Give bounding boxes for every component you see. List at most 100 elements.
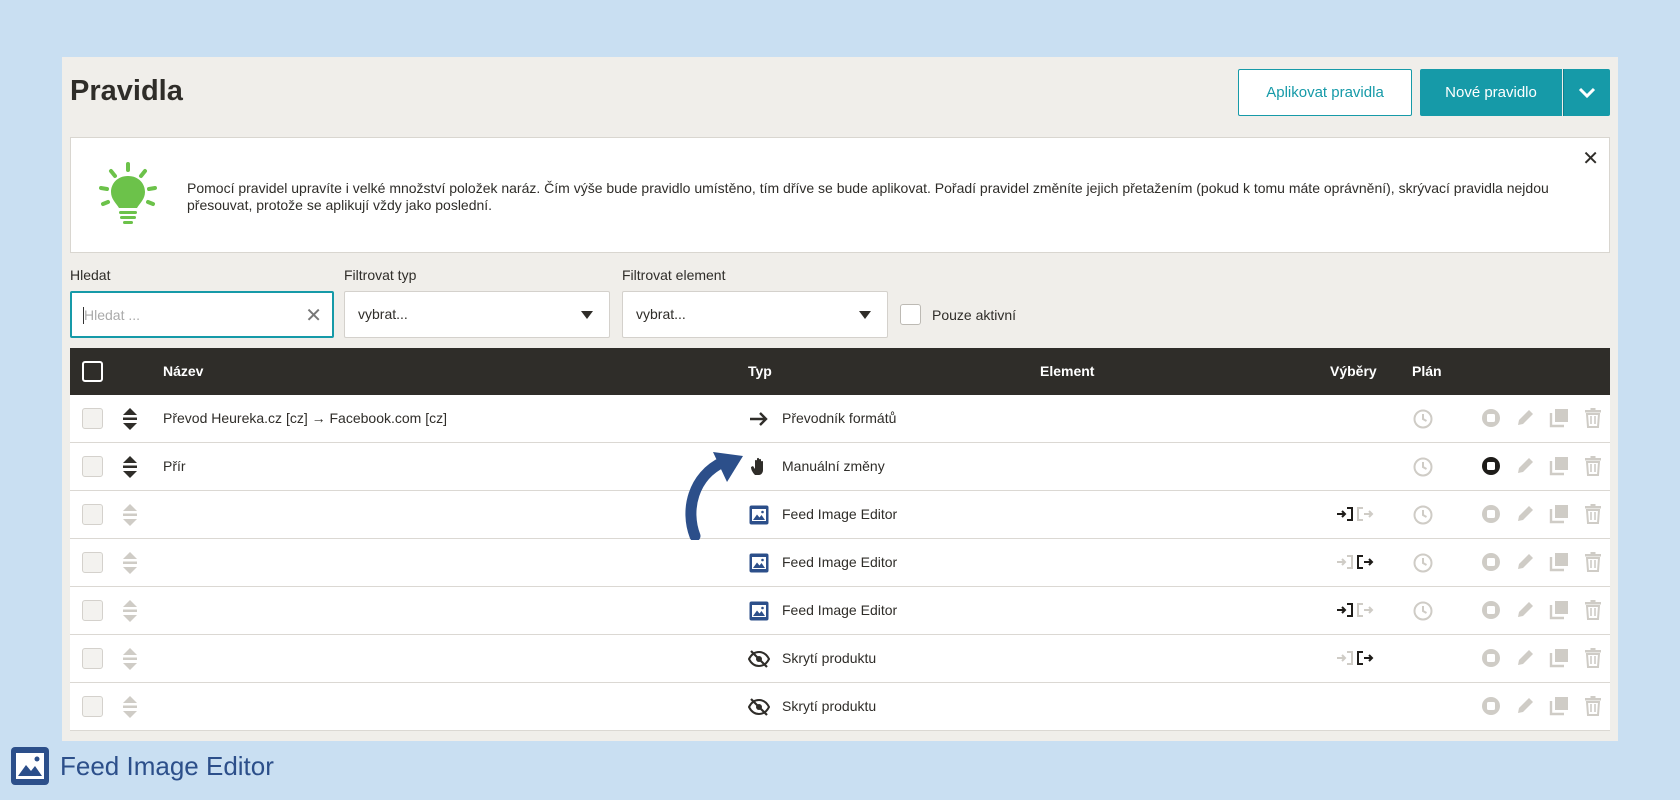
rule-type: Feed Image Editor	[782, 554, 898, 570]
selections-cell	[1336, 698, 1376, 716]
trash-icon[interactable]	[1582, 647, 1604, 669]
selections-cell	[1336, 554, 1376, 572]
copy-icon[interactable]	[1548, 551, 1570, 573]
rule-name[interactable]: Přír	[163, 458, 186, 474]
selection-include-icon	[1337, 651, 1353, 665]
selection-exclude-icon	[1357, 555, 1374, 569]
stop-icon[interactable]	[1480, 551, 1502, 573]
column-element[interactable]: Element	[1040, 363, 1094, 379]
clock-icon[interactable]	[1412, 504, 1434, 526]
table-row[interactable]: Feed Image Editor	[70, 587, 1610, 635]
apply-rules-button[interactable]: Aplikovat pravidla	[1238, 69, 1412, 116]
stop-icon[interactable]	[1480, 503, 1502, 525]
row-checkbox[interactable]	[82, 600, 103, 621]
copy-icon[interactable]	[1548, 503, 1570, 525]
trash-icon[interactable]	[1582, 407, 1604, 429]
trash-icon[interactable]	[1582, 551, 1604, 573]
table-row[interactable]: Převod Heureka.cz [cz] → Facebook.com [c…	[70, 395, 1610, 443]
rule-type: Feed Image Editor	[782, 506, 898, 522]
active-only-checkbox[interactable]	[900, 304, 921, 325]
selections-cell	[1336, 410, 1376, 428]
copy-icon[interactable]	[1548, 407, 1570, 429]
element-filter-value: vybrat...	[636, 306, 686, 322]
selections-cell	[1336, 602, 1376, 620]
edit-icon[interactable]	[1514, 599, 1536, 621]
clock-icon[interactable]	[1412, 408, 1434, 430]
drag-handle-icon	[122, 551, 138, 575]
new-rule-button[interactable]: Nové pravidlo	[1420, 69, 1562, 116]
row-checkbox[interactable]	[82, 504, 103, 525]
image-editor-icon	[11, 747, 49, 785]
edit-icon[interactable]	[1514, 503, 1536, 525]
stop-icon[interactable]	[1480, 599, 1502, 621]
table-row[interactable]: Skrytí produktu	[70, 683, 1610, 731]
caption: Feed Image Editor	[10, 746, 274, 786]
table-row[interactable]: Feed Image Editor	[70, 539, 1610, 587]
copy-icon[interactable]	[1548, 695, 1570, 717]
drag-handle-icon	[122, 503, 138, 527]
clear-icon[interactable]: ✕	[305, 303, 322, 328]
row-checkbox[interactable]	[82, 408, 103, 429]
row-checkbox[interactable]	[82, 696, 103, 717]
column-name[interactable]: Název	[163, 363, 203, 379]
drag-handle-icon	[122, 647, 138, 671]
pointer-arrow-icon	[685, 452, 743, 540]
stop-icon[interactable]	[1480, 695, 1502, 717]
edit-icon[interactable]	[1514, 551, 1536, 573]
drag-handle-icon[interactable]	[122, 455, 138, 479]
trash-icon[interactable]	[1582, 599, 1604, 621]
rules-table: Název Typ Element Výběry Plán Převod Heu…	[70, 348, 1610, 731]
stop-icon[interactable]	[1480, 407, 1502, 429]
selection-include-icon	[1337, 603, 1353, 617]
close-icon[interactable]: ✕	[1582, 146, 1599, 171]
selection-exclude-icon	[1357, 507, 1374, 521]
image-editor-icon	[748, 600, 770, 622]
clock-icon[interactable]	[1412, 456, 1434, 478]
selections-cell	[1336, 650, 1376, 668]
table-row[interactable]: Skrytí produktu	[70, 635, 1610, 683]
row-checkbox[interactable]	[82, 552, 103, 573]
copy-icon[interactable]	[1548, 455, 1570, 477]
stop-icon[interactable]	[1480, 455, 1502, 477]
trash-icon[interactable]	[1582, 503, 1604, 525]
rule-type: Převodník formátů	[782, 410, 897, 426]
edit-icon[interactable]	[1514, 647, 1536, 669]
edit-icon[interactable]	[1514, 407, 1536, 429]
clock-icon[interactable]	[1412, 552, 1434, 574]
trash-icon[interactable]	[1582, 455, 1604, 477]
search-field[interactable]: ✕	[70, 291, 334, 338]
select-all-checkbox[interactable]	[82, 361, 103, 382]
rule-type: Skrytí produktu	[782, 650, 877, 666]
trash-icon[interactable]	[1582, 695, 1604, 717]
edit-icon[interactable]	[1514, 455, 1536, 477]
stop-icon[interactable]	[1480, 647, 1502, 669]
image-editor-icon	[748, 552, 770, 574]
arrow-right-icon	[748, 408, 770, 430]
drag-handle-icon[interactable]	[122, 407, 138, 431]
rule-name[interactable]: Převod Heureka.cz [cz] → Facebook.com [c…	[163, 410, 447, 426]
column-plan: Plán	[1412, 363, 1442, 379]
column-type[interactable]: Typ	[748, 363, 772, 379]
table-header: Název Typ Element Výběry Plán	[70, 348, 1610, 395]
table-row[interactable]: Přír Manuální změny	[70, 443, 1610, 491]
table-row[interactable]: Feed Image Editor	[70, 491, 1610, 539]
info-text: Pomocí pravidel upravíte i velké množstv…	[187, 180, 1549, 213]
rule-type: Skrytí produktu	[782, 698, 877, 714]
row-checkbox[interactable]	[82, 456, 103, 477]
type-filter-select[interactable]: vybrat...	[344, 291, 610, 338]
copy-icon[interactable]	[1548, 647, 1570, 669]
drag-handle-icon	[122, 695, 138, 719]
search-input[interactable]	[84, 303, 284, 327]
selections-cell	[1336, 506, 1376, 524]
edit-icon[interactable]	[1514, 695, 1536, 717]
clock-icon[interactable]	[1412, 600, 1434, 622]
row-checkbox[interactable]	[82, 648, 103, 669]
new-rule-dropdown-button[interactable]	[1563, 69, 1610, 116]
column-selections: Výběry	[1330, 363, 1377, 379]
element-filter-select[interactable]: vybrat...	[622, 291, 888, 338]
lightbulb-icon	[99, 162, 157, 224]
element-filter-label: Filtrovat element	[622, 267, 726, 283]
selection-exclude-icon	[1357, 651, 1374, 665]
copy-icon[interactable]	[1548, 599, 1570, 621]
caret-down-icon	[581, 311, 593, 319]
